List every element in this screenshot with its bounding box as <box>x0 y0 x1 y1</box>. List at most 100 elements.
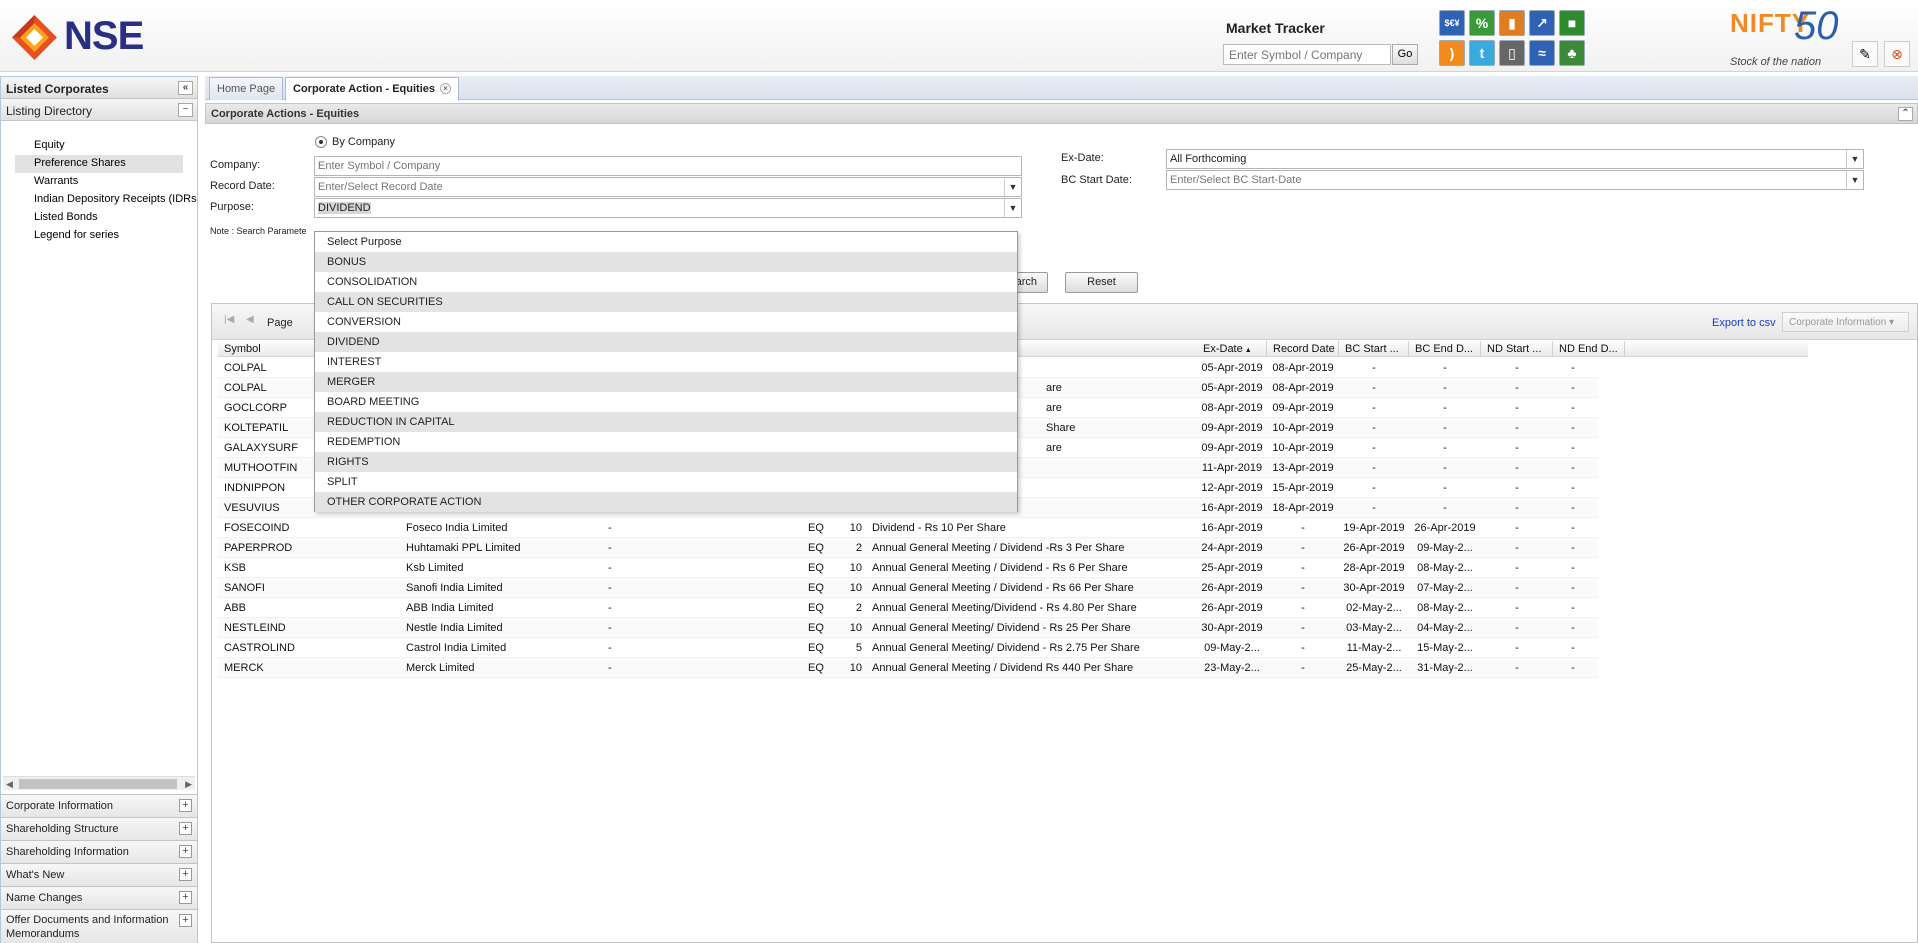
table-row[interactable]: NESTLEIND Nestle India Limited - EQ 10 Annual… <box>218 618 1598 638</box>
purpose-option[interactable]: SPLIT <box>315 472 1017 492</box>
column-header[interactable]: BC Start ... <box>1339 341 1409 357</box>
tab-corporate-action-equities[interactable]: Corporate Action - Equities × <box>285 77 459 101</box>
purpose-option[interactable]: CONSOLIDATION <box>315 272 1017 292</box>
purpose-option[interactable]: BONUS <box>315 252 1017 272</box>
corporate-information-button[interactable]: Corporate Information ▾ <box>1782 312 1909 332</box>
currency-icon[interactable]: $€¥ <box>1439 10 1465 36</box>
nse-logo-text[interactable]: NSE <box>64 16 144 56</box>
market-tracker-search-input[interactable] <box>1223 44 1391 65</box>
panel-collapse-icon[interactable]: ⌃ <box>1898 107 1913 121</box>
accordion-item[interactable]: Name Changes + <box>1 886 197 909</box>
tree-item[interactable]: Legend for series <box>15 227 199 245</box>
mobile-icon[interactable]: ▯ <box>1499 40 1525 66</box>
wave-chart-icon[interactable]: ≈ <box>1529 40 1555 66</box>
listing-directory-header[interactable]: Listing Directory − <box>1 99 197 121</box>
rss-icon[interactable]: ) <box>1439 40 1465 66</box>
column-header[interactable]: Ex-Date ▲ <box>1197 341 1267 357</box>
cell-nds: - <box>1515 642 1519 654</box>
cell-bce: - <box>1443 362 1447 374</box>
table-row[interactable]: KSB Ksb Limited - EQ 10 Annual General Meetin… <box>218 558 1598 578</box>
tree-item[interactable]: Warrants <box>15 173 199 191</box>
prev-page-icon[interactable]: ◀ <box>246 314 254 325</box>
bar-chart-icon[interactable]: ▮ <box>1499 10 1525 36</box>
column-header[interactable]: ND End D... <box>1553 341 1625 357</box>
cell-nds: - <box>1515 382 1519 394</box>
scrollbar-thumb[interactable] <box>19 779 177 789</box>
purpose-option[interactable]: REDUCTION IN CAPITAL <box>315 412 1017 432</box>
column-header[interactable]: ND Start ... <box>1481 341 1553 357</box>
sidebar-collapse-icon[interactable]: « <box>178 81 193 95</box>
horizontal-scrollbar[interactable]: ◀ ▶ <box>3 776 195 790</box>
expand-plus-icon[interactable]: + <box>179 868 192 881</box>
accordion-item[interactable]: Offer Documents and Information Memorand… <box>1 909 197 943</box>
column-header[interactable]: Record Date <box>1267 341 1339 357</box>
record-date-field[interactable]: Enter/Select Record Date ▼ <box>314 177 1022 197</box>
header-bar: NSE Market Tracker Go $€¥%▮↗■ )t▯≈♣ NIFT… <box>0 0 1918 72</box>
purpose-option[interactable]: INTEREST <box>315 352 1017 372</box>
by-company-radio[interactable] <box>315 136 327 148</box>
tab-home-page-label: Home Page <box>217 83 276 95</box>
heatmap-icon[interactable]: ■ <box>1559 10 1585 36</box>
purpose-option[interactable]: MERGER <box>315 372 1017 392</box>
table-row[interactable]: CASTROLIND Castrol India Limited - EQ 5 Annua… <box>218 638 1598 658</box>
bc-start-date-dropdown-icon[interactable]: ▼ <box>1846 171 1863 189</box>
scroll-right-icon[interactable]: ▶ <box>185 777 192 791</box>
tree-icon[interactable]: ♣ <box>1559 40 1585 66</box>
purpose-option[interactable]: BOARD MEETING <box>315 392 1017 412</box>
tree-item[interactable]: Preference Shares <box>15 155 183 173</box>
purpose-option[interactable]: DIVIDEND <box>315 332 1017 352</box>
purpose-option[interactable]: RIGHTS <box>315 452 1017 472</box>
expand-plus-icon[interactable]: + <box>179 914 192 927</box>
cell-bcs: 30-Apr-2019 <box>1343 582 1405 594</box>
purpose-option[interactable]: OTHER CORPORATE ACTION <box>315 492 1017 512</box>
scroll-left-icon[interactable]: ◀ <box>6 777 13 791</box>
table-row[interactable]: SANOFI Sanofi India Limited - EQ 10 Annual Ge… <box>218 578 1598 598</box>
tab-home-page[interactable]: Home Page <box>209 77 284 100</box>
table-row[interactable]: ABB ABB India Limited - EQ 2 Annual General M… <box>218 598 1598 618</box>
purpose-option[interactable]: CALL ON SECURITIES <box>315 292 1017 312</box>
column-header[interactable]: BC End D... <box>1409 341 1481 357</box>
table-row[interactable]: FOSECOIND Foseco India Limited - EQ 10 Divide… <box>218 518 1598 538</box>
expand-plus-icon[interactable]: + <box>179 845 192 858</box>
listing-directory-collapse-icon[interactable]: − <box>178 103 193 117</box>
accordion-item[interactable]: What's New + <box>1 863 197 886</box>
cell-bcs: - <box>1372 402 1376 414</box>
accordion-item[interactable]: Shareholding Structure + <box>1 817 197 840</box>
bc-start-date-field[interactable]: Enter/Select BC Start-Date ▼ <box>1166 170 1864 190</box>
tree-item[interactable]: Equity <box>15 137 199 155</box>
nse-logo-icon[interactable] <box>12 15 57 60</box>
purpose-select[interactable]: DIVIDEND ▼ <box>314 198 1022 218</box>
expand-plus-icon[interactable]: + <box>179 822 192 835</box>
twitter-icon[interactable]: t <box>1469 40 1495 66</box>
table-row[interactable]: PAPERPROD Huhtamaki PPL Limited - EQ 2 Annual… <box>218 538 1598 558</box>
expand-plus-icon[interactable]: + <box>179 799 192 812</box>
purpose-option[interactable]: CONVERSION <box>315 312 1017 332</box>
purpose-option[interactable]: Select Purpose <box>315 232 1017 252</box>
cell-bce: - <box>1443 462 1447 474</box>
accordion-item[interactable]: Shareholding Information + <box>1 840 197 863</box>
record-date-dropdown-icon[interactable]: ▼ <box>1004 178 1021 196</box>
cell-series: EQ <box>808 622 824 634</box>
close-session-icon[interactable]: ⊗ <box>1884 41 1910 67</box>
first-page-icon[interactable]: |◀ <box>224 314 234 325</box>
cell-purpose: Dividend - Rs 10 Per Share <box>872 522 1006 534</box>
expand-plus-icon[interactable]: + <box>179 891 192 904</box>
tree-item[interactable]: Listed Bonds <box>15 209 199 227</box>
accordion-item[interactable]: Corporate Information + <box>1 794 197 817</box>
export-csv-link[interactable]: Export to csv <box>1712 317 1776 329</box>
ex-date-dropdown-icon[interactable]: ▼ <box>1846 150 1863 168</box>
company-input[interactable] <box>314 156 1022 176</box>
ex-date-select[interactable]: All Forthcoming ▼ <box>1166 149 1864 169</box>
tab-close-icon[interactable]: × <box>440 83 451 94</box>
line-chart-icon[interactable]: ↗ <box>1529 10 1555 36</box>
purpose-option[interactable]: REDEMPTION <box>315 432 1017 452</box>
notepad-icon[interactable]: ✎ <box>1852 41 1878 67</box>
tree-item[interactable]: Indian Depository Receipts (IDRs <box>15 191 199 209</box>
cell-symbol: PAPERPROD <box>224 542 293 554</box>
reset-button[interactable]: Reset <box>1065 272 1138 293</box>
purpose-dropdown-icon[interactable]: ▼ <box>1004 199 1021 217</box>
nifty50-logo[interactable]: NIFTY 50 Stock of the nation <box>1730 4 1845 68</box>
table-row[interactable]: MERCK Merck Limited - EQ 10 Annual General Me… <box>218 658 1598 678</box>
market-tracker-go-button[interactable]: Go <box>1392 44 1418 65</box>
percent-icon[interactable]: % <box>1469 10 1495 36</box>
